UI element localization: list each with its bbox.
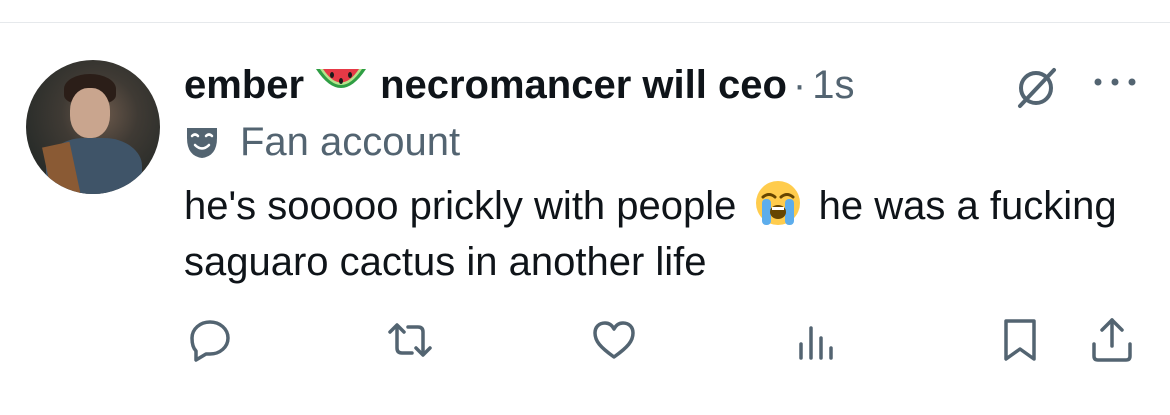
post-text-part-1: he's sooooo prickly with people [184,184,737,228]
like-icon[interactable] [590,316,638,364]
avatar[interactable] [26,60,160,194]
more-icon[interactable] [1090,70,1140,94]
author-name-rest[interactable]: necromancer will ceo [380,63,787,108]
views-icon[interactable] [792,316,840,364]
grok-icon[interactable] [1012,64,1060,112]
top-divider [0,22,1170,23]
reply-icon[interactable] [186,316,234,364]
account-label: Fan account [184,118,460,166]
post-header: ember necromancer will ceo · 1s [184,60,854,110]
retweet-icon[interactable] [386,316,434,364]
loudly-crying-face-emoji-icon [755,181,800,225]
theater-mask-icon [187,128,217,158]
post-text: he's sooooo prickly with people he was a… [184,178,1144,290]
share-icon[interactable] [1088,316,1136,364]
author-name[interactable]: ember [184,63,304,108]
separator: · [792,62,807,107]
timestamp[interactable]: 1s [812,63,854,108]
watermelon-emoji-icon [316,69,367,88]
account-label-text: Fan account [240,119,461,164]
bookmark-icon[interactable] [996,316,1044,364]
